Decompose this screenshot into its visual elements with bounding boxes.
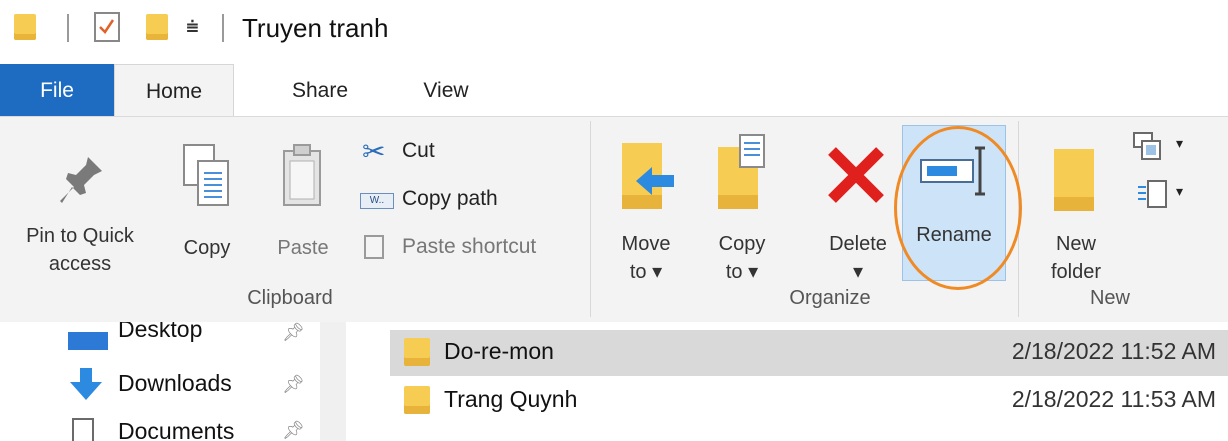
pin-label-1: Pin to Quick xyxy=(26,225,134,247)
new-group-title: New xyxy=(1089,287,1130,309)
easy-access-icon xyxy=(1138,180,1167,208)
nav-item-label: Documents xyxy=(118,418,235,441)
tab-view[interactable]: View xyxy=(396,64,496,117)
delete-x-icon xyxy=(828,147,884,203)
move-to-button[interactable]: Move to ▾ xyxy=(606,133,686,283)
customize-quick-access-icon[interactable]: ⩧ xyxy=(186,14,199,40)
paste-shortcut-icon xyxy=(364,235,384,259)
properties-icon[interactable] xyxy=(94,12,120,42)
new-folder-label-1: New xyxy=(1055,233,1096,255)
downloads-arrow-icon xyxy=(70,368,102,400)
nav-item-documents[interactable]: Documents 📌︎ xyxy=(60,412,310,441)
new-item-button[interactable]: ▾ xyxy=(1132,131,1202,165)
clipboard-group-title: Clipboard xyxy=(247,287,333,309)
paste-button[interactable]: Paste xyxy=(268,139,338,279)
tab-file[interactable]: File xyxy=(0,64,114,117)
delete-button[interactable]: Delete ▾ xyxy=(812,133,904,283)
pin-label-2: access xyxy=(48,253,112,275)
cut-label: Cut xyxy=(402,139,435,162)
move-to-label-1: Move xyxy=(621,233,671,255)
copy-to-label-1: Copy xyxy=(718,233,766,255)
documents-icon xyxy=(72,418,94,441)
new-item-dropdown-icon: ▾ xyxy=(1176,135,1184,151)
ribbon-tabs: File Home Share View xyxy=(0,64,1228,118)
move-to-icon xyxy=(622,143,674,209)
file-name: Trang Quynh xyxy=(444,386,578,412)
file-row-trang-quynh[interactable]: Trang Quynh 2/18/2022 11:53 AM xyxy=(390,378,1228,424)
copy-path-button[interactable]: W.. Copy path xyxy=(358,183,578,219)
organize-group-title: Organize xyxy=(789,287,871,309)
new-folder-button[interactable]: New folder xyxy=(1030,133,1122,293)
file-date: 2/18/2022 11:52 AM xyxy=(1011,338,1216,364)
delete-dropdown-arrow: ▾ xyxy=(852,261,864,283)
cut-button[interactable]: ✂ Cut xyxy=(358,135,558,171)
new-folder-icon xyxy=(1054,149,1094,211)
desktop-icon xyxy=(68,332,108,350)
nav-item-downloads[interactable]: Downloads 📌︎ xyxy=(60,362,310,406)
folder-icon xyxy=(404,386,430,414)
file-row-do-re-mon[interactable]: Do-re-mon 2/18/2022 11:52 AM xyxy=(390,330,1228,376)
file-date: 2/18/2022 11:53 AM xyxy=(1011,386,1216,412)
window-title: Truyen tranh xyxy=(242,13,389,43)
folder-icon[interactable] xyxy=(14,14,36,40)
easy-access-dropdown-icon: ▾ xyxy=(1176,183,1184,199)
easy-access-button[interactable]: ▾ xyxy=(1132,179,1202,213)
copy-label: Copy xyxy=(183,237,231,259)
scissors-icon: ✂ xyxy=(362,136,386,167)
separator xyxy=(67,14,69,42)
copy-button[interactable]: Copy xyxy=(172,139,242,279)
move-to-label-2: to ▾ xyxy=(629,261,663,283)
new-item-icon xyxy=(1133,132,1161,160)
copy-path-icon: W.. xyxy=(360,193,394,209)
paste-label: Paste xyxy=(277,237,329,259)
ribbon: Pin to Quick access Copy Paste ✂ Cut W..… xyxy=(0,116,1228,322)
pin-icon xyxy=(60,157,102,203)
pinned-icon: 📌︎ xyxy=(282,420,305,440)
pinned-icon: 📌︎ xyxy=(282,374,305,394)
new-folder-quick-icon[interactable] xyxy=(146,14,168,40)
group-separator xyxy=(590,121,591,317)
file-name: Do-re-mon xyxy=(444,338,554,364)
paste-icon xyxy=(283,144,321,206)
copy-to-button[interactable]: Copy to ▾ xyxy=(702,133,782,283)
pin-to-quick-access-button[interactable]: Pin to Quick access xyxy=(18,139,138,309)
tab-home[interactable]: Home xyxy=(114,64,234,118)
nav-pane-scrollbar[interactable] xyxy=(320,322,346,441)
nav-item-label: Desktop xyxy=(118,322,203,342)
delete-label: Delete xyxy=(829,233,887,255)
highlight-ellipse xyxy=(894,126,1022,290)
copy-to-label-2: to ▾ xyxy=(725,261,759,283)
copy-path-label: Copy path xyxy=(402,187,498,210)
nav-item-label: Downloads xyxy=(118,370,232,396)
paste-shortcut-button[interactable]: Paste shortcut xyxy=(358,231,588,267)
folder-icon xyxy=(404,338,430,366)
new-folder-label-2: folder xyxy=(1050,261,1102,283)
nav-item-desktop[interactable]: Desktop 📌︎ xyxy=(60,322,310,360)
copy-to-icon xyxy=(718,134,765,209)
copy-icon xyxy=(183,144,229,206)
separator xyxy=(222,14,224,42)
pinned-icon: 📌︎ xyxy=(282,322,305,342)
tab-share[interactable]: Share xyxy=(270,64,370,117)
navigation-pane: Desktop 📌︎ Downloads 📌︎ Documents 📌︎ xyxy=(0,322,346,441)
paste-shortcut-label: Paste shortcut xyxy=(402,235,537,258)
title-bar: ⩧ Truyen tranh xyxy=(0,0,1228,58)
